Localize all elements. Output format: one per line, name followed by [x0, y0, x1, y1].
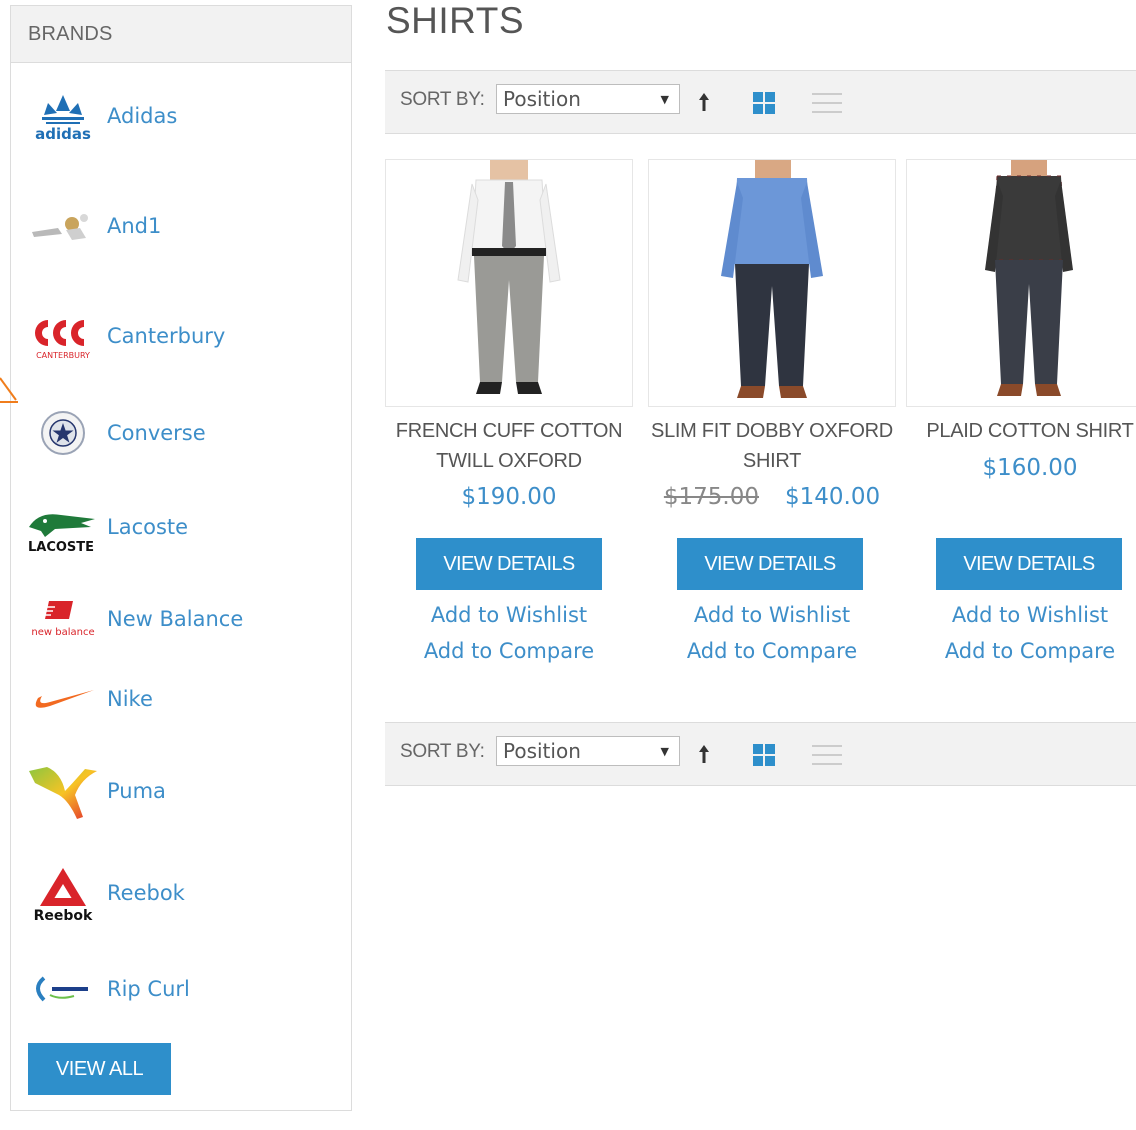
man-in-shirt-photo-icon [721, 160, 823, 398]
price-box: $160.00 [906, 455, 1136, 481]
brands-header: BRANDS [11, 6, 351, 63]
brand-item-nike[interactable]: Nike [11, 664, 341, 734]
brand-item-and1[interactable]: And1 [11, 191, 341, 261]
svg-text:CANTERBURY: CANTERBURY [36, 351, 90, 360]
sort-by-label: SORT BY: [400, 89, 485, 110]
new-balance-logo-icon: new balance [25, 584, 101, 654]
grid-view-icon[interactable] [752, 743, 776, 767]
nike-logo-icon [25, 664, 101, 734]
page-title: SHIRTS [386, 0, 525, 41]
brands-sidebar: BRANDS adidas Adidas And1 CANTERBURY Can… [10, 5, 352, 1111]
sort-by-select[interactable]: Position ▼ [496, 736, 680, 766]
add-to-compare-link[interactable]: Add to Compare [906, 639, 1136, 663]
product-name[interactable]: FRENCH CUFF COTTON TWILL OXFORD [375, 416, 643, 476]
brand-label: New Balance [107, 607, 244, 631]
brand-label: And1 [107, 214, 162, 238]
brand-item-canterbury[interactable]: CANTERBURY Canterbury [11, 301, 341, 371]
view-all-button[interactable]: VIEW ALL [28, 1043, 171, 1095]
add-to-wishlist-link[interactable]: Add to Wishlist [385, 603, 633, 627]
brand-item-lacoste[interactable]: LACOSTE Lacoste [11, 492, 341, 562]
toolbar-bottom: SORT BY: Position ▼ [385, 722, 1136, 786]
brand-label: Canterbury [107, 324, 226, 348]
brand-item-reebok[interactable]: Reebok Reebok [11, 858, 341, 928]
and1-logo-icon [25, 191, 101, 261]
add-to-compare-link[interactable]: Add to Compare [648, 639, 896, 663]
product-image[interactable] [906, 159, 1136, 407]
product-price: $190.00 [461, 484, 557, 510]
svg-text:adidas: adidas [35, 125, 91, 143]
product-price: $160.00 [982, 455, 1078, 481]
svg-text:LACOSTE: LACOSTE [28, 540, 94, 555]
adidas-logo-icon: adidas [25, 81, 101, 151]
converse-logo-icon [25, 398, 101, 468]
brand-label: Puma [107, 779, 166, 803]
brand-item-rip-curl[interactable]: Rip Curl [11, 954, 341, 1024]
man-in-shirt-photo-icon [985, 160, 1073, 396]
product-price: $140.00 [785, 484, 881, 510]
chevron-down-icon: ▼ [660, 93, 669, 106]
man-in-shirt-photo-icon [457, 160, 561, 394]
sort-direction-arrow-icon[interactable] [697, 91, 711, 113]
add-to-wishlist-link[interactable]: Add to Wishlist [648, 603, 896, 627]
price-box: $190.00 [385, 484, 633, 510]
svg-text:Reebok: Reebok [34, 908, 93, 924]
brand-label: Adidas [107, 104, 178, 128]
view-details-button[interactable]: VIEW DETAILS [677, 538, 863, 590]
grid-view-icon[interactable] [752, 91, 776, 115]
brand-label: Converse [107, 421, 206, 445]
list-view-icon[interactable] [812, 743, 842, 767]
lacoste-logo-icon: LACOSTE [25, 492, 101, 562]
add-to-wishlist-link[interactable]: Add to Wishlist [906, 603, 1136, 627]
list-view-icon[interactable] [812, 91, 842, 115]
svg-text:new balance: new balance [31, 627, 94, 638]
product-card: PLAID COTTON SHIRT $160.00 VIEW DETAILS … [906, 159, 1136, 663]
brand-item-adidas[interactable]: adidas Adidas [11, 81, 341, 151]
chevron-down-icon: ▼ [660, 745, 669, 758]
view-details-button[interactable]: VIEW DETAILS [416, 538, 602, 590]
brand-item-new-balance[interactable]: new balance New Balance [11, 584, 341, 654]
brand-label: Nike [107, 687, 153, 711]
sort-by-label: SORT BY: [400, 741, 485, 762]
toolbar-top: SORT BY: Position ▼ [385, 70, 1136, 134]
product-card: SLIM FIT DOBBY OXFORD SHIRT $175.00 $140.… [648, 159, 896, 663]
product-image[interactable] [648, 159, 896, 407]
sort-by-value: Position [503, 87, 581, 111]
brand-label: Rip Curl [107, 977, 190, 1001]
puma-logo-icon [25, 756, 101, 826]
sort-direction-arrow-icon[interactable] [697, 743, 711, 765]
brand-label: Reebok [107, 881, 185, 905]
sort-by-value: Position [503, 739, 581, 763]
brand-item-puma[interactable]: Puma [11, 756, 341, 826]
reebok-logo-icon: Reebok [25, 858, 101, 928]
rip-curl-logo-icon [25, 954, 101, 1024]
canterbury-logo-icon: CANTERBURY [25, 301, 101, 371]
product-image[interactable] [385, 159, 633, 407]
product-card: FRENCH CUFF COTTON TWILL OXFORD $190.00 … [385, 159, 633, 663]
brand-item-converse[interactable]: Converse [11, 398, 341, 468]
price-box: $175.00 $140.00 [648, 484, 896, 510]
product-old-price: $175.00 [663, 484, 759, 510]
product-name[interactable]: PLAID COTTON SHIRT [896, 416, 1136, 446]
sort-by-select[interactable]: Position ▼ [496, 84, 680, 114]
brand-label: Lacoste [107, 515, 189, 539]
add-to-compare-link[interactable]: Add to Compare [385, 639, 633, 663]
orange-pointer-arrow-icon [0, 377, 18, 403]
product-name[interactable]: SLIM FIT DOBBY OXFORD SHIRT [638, 416, 906, 476]
view-details-button[interactable]: VIEW DETAILS [936, 538, 1122, 590]
